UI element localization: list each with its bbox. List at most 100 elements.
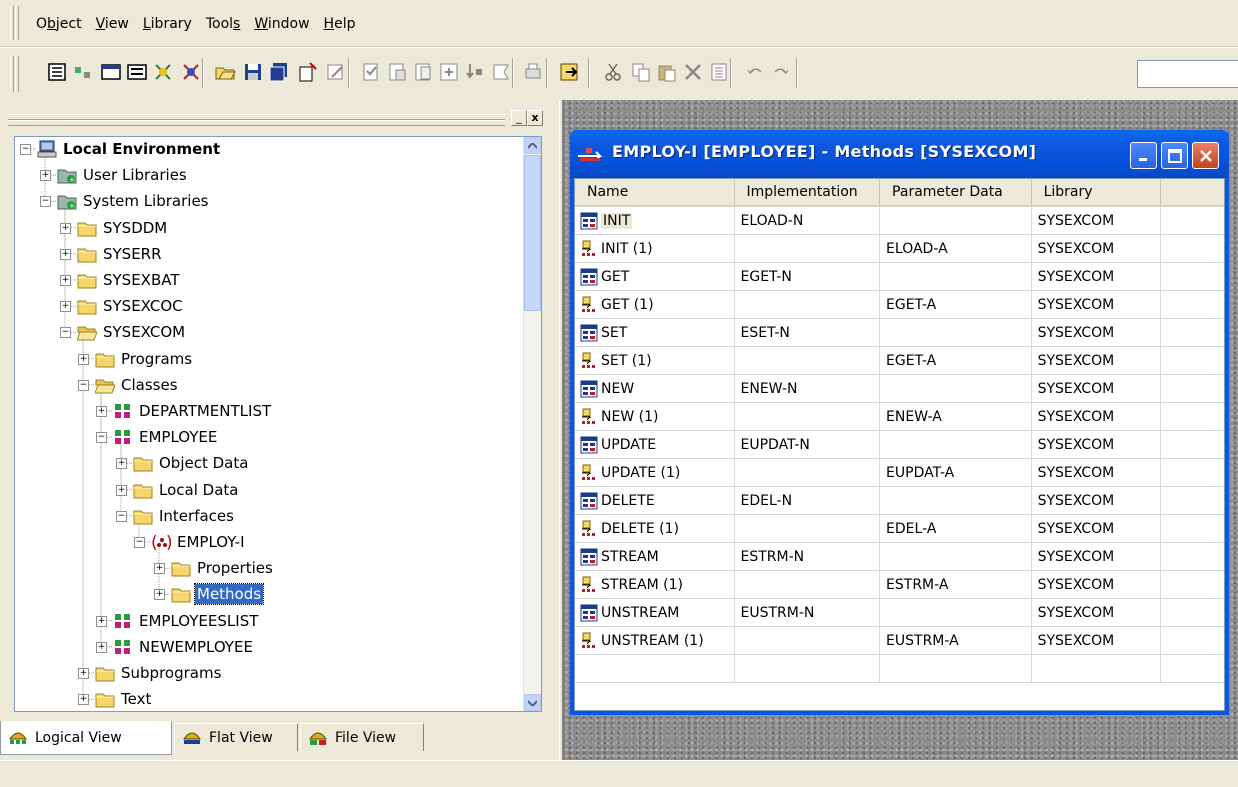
tree-node-departmentlist[interactable]: DEPARTMENTLIST [113, 399, 273, 423]
tree-vertical-scrollbar[interactable] [523, 137, 541, 711]
window-close-button[interactable] [1192, 142, 1219, 169]
edit-button[interactable] [322, 59, 348, 85]
tree-node-user-libraries[interactable]: + User Libraries [57, 163, 189, 187]
tree-expander[interactable]: + [78, 353, 89, 365]
column-header-library[interactable]: Library [1032, 179, 1162, 205]
save-all-button[interactable] [266, 59, 292, 85]
check-button[interactable] [358, 59, 384, 85]
tree-node-syserr[interactable]: SYSERR [77, 242, 164, 266]
column-header-filler[interactable] [1161, 179, 1224, 205]
tree-expander[interactable]: − [134, 537, 145, 548]
open-button[interactable] [212, 59, 238, 85]
tree-expander[interactable]: + [154, 589, 165, 601]
menu-help[interactable]: Help [324, 16, 356, 32]
table-row[interactable]: STREAM (1) ESTRM-A SYSEXCOM [575, 571, 1224, 599]
table-row[interactable]: UPDATE (1) EUPDAT-A SYSEXCOM [575, 459, 1224, 487]
exit-button[interactable] [556, 59, 582, 85]
tree-node-subprograms[interactable]: Subprograms [95, 661, 223, 685]
menu-library[interactable]: Library [143, 16, 192, 32]
table-row[interactable]: INIT ELOAD-N SYSEXCOM [575, 207, 1224, 235]
menu-object[interactable]: Object [36, 16, 82, 32]
column-header-implementation[interactable]: Implementation [735, 179, 881, 205]
disconnect-button[interactable] [178, 59, 204, 85]
column-header-name[interactable]: Name [575, 179, 735, 205]
paste-button[interactable] [654, 59, 680, 85]
tree-node-newemployee[interactable]: NEWEMPLOYEE [113, 635, 255, 659]
run-button[interactable] [436, 59, 462, 85]
table-row[interactable]: NEW ENEW-N SYSEXCOM [575, 375, 1224, 403]
stow-button[interactable] [384, 59, 410, 85]
tree-expander[interactable]: + [116, 458, 127, 470]
tree-expander[interactable]: − [116, 510, 127, 522]
tree-node-methods[interactable]: Methods [171, 582, 265, 606]
pane-minimize-button[interactable]: _ [511, 110, 527, 126]
toolbar-grip-2[interactable] [15, 56, 19, 92]
catalog-button[interactable] [410, 59, 436, 85]
new-button[interactable] [294, 59, 320, 85]
table-row[interactable]: GET EGET-N SYSEXCOM [575, 263, 1224, 291]
tree-expander[interactable]: + [96, 406, 107, 417]
tree-expander[interactable]: − [60, 327, 71, 339]
table-row[interactable]: INIT (1) ELOAD-A SYSEXCOM [575, 235, 1224, 263]
tree-node-system-libraries[interactable]: + System Libraries [57, 189, 211, 213]
tree-node-local-data[interactable]: Local Data [133, 478, 240, 502]
tree-node-properties[interactable]: Properties [171, 556, 275, 580]
table-row[interactable]: UNSTREAM (1) EUSTRM-A SYSEXCOM [575, 627, 1224, 655]
tree-expander[interactable]: + [116, 484, 127, 496]
tab-file-view[interactable]: File View [300, 723, 424, 751]
tree-expander[interactable]: − [78, 379, 89, 391]
debug-button[interactable] [462, 59, 488, 85]
column-header-parameter-data[interactable]: Parameter Data [880, 179, 1032, 205]
tree-expander[interactable]: + [154, 563, 165, 575]
tree-node-interfaces[interactable]: Interfaces [133, 504, 236, 528]
scroll-up-button[interactable] [524, 137, 541, 154]
toolbar-grip[interactable] [10, 56, 14, 92]
copy-button[interactable] [628, 59, 654, 85]
tree-expander[interactable]: − [20, 144, 31, 155]
menubar-grip-2[interactable] [15, 6, 19, 40]
table-row[interactable]: UNSTREAM EUSTRM-N SYSEXCOM [575, 599, 1224, 627]
tree-expander[interactable]: + [60, 248, 71, 260]
tree-node-classes[interactable]: Classes [95, 373, 180, 397]
tree-expander[interactable]: − [40, 196, 51, 208]
undo-button[interactable] [742, 59, 768, 85]
table-row[interactable]: UPDATE EUPDAT-N SYSEXCOM [575, 431, 1224, 459]
environment-button[interactable] [70, 59, 96, 85]
tree-node-sysexcom[interactable]: SYSEXCOM [77, 320, 187, 344]
properties-button[interactable] [44, 59, 70, 85]
tree-expander[interactable]: + [40, 170, 51, 182]
tree-expander[interactable]: + [60, 275, 71, 286]
window-minimize-button[interactable] [1130, 142, 1157, 169]
menu-tools[interactable]: Tools [206, 16, 241, 32]
menubar-grip[interactable] [10, 6, 14, 40]
tree-expander[interactable]: + [96, 615, 107, 627]
tree-expander[interactable]: + [96, 641, 107, 653]
tree-node-sysexcoc[interactable]: SYSEXCOC [77, 294, 185, 318]
tree-node-employ-i[interactable]: () EMPLOY-I [151, 530, 247, 554]
table-row[interactable]: NEW (1) ENEW-A SYSEXCOM [575, 403, 1224, 431]
window-maximize-button[interactable] [1161, 142, 1188, 169]
tree-expander[interactable]: + [60, 222, 71, 234]
tree-expander[interactable]: + [78, 668, 89, 679]
tree-expander[interactable]: − [96, 432, 107, 444]
cut-button[interactable] [600, 59, 626, 85]
scroll-thumb[interactable] [524, 155, 541, 311]
menu-window[interactable]: Window [254, 16, 309, 32]
connect-button[interactable] [150, 59, 176, 85]
window-button[interactable] [98, 59, 124, 85]
tree-node-employeeslist[interactable]: EMPLOYEESLIST [113, 609, 260, 633]
table-row[interactable]: STREAM ESTRM-N SYSEXCOM [575, 543, 1224, 571]
tab-logical-view[interactable]: Logical View [0, 721, 172, 755]
table-row[interactable]: SET (1) EGET-A SYSEXCOM [575, 347, 1224, 375]
tree-node-object-data[interactable]: Object Data [133, 451, 250, 475]
table-row[interactable]: DELETE (1) EDEL-A SYSEXCOM [575, 515, 1224, 543]
table-row[interactable]: SET ESET-N SYSEXCOM [575, 319, 1224, 347]
scroll-down-button[interactable] [524, 694, 541, 711]
tree-expander[interactable]: + [78, 694, 89, 706]
tree-expander[interactable]: + [60, 301, 71, 313]
tree-node-sysexbat[interactable]: SYSEXBAT [77, 268, 182, 292]
stow-all-button[interactable] [488, 59, 514, 85]
delete-button[interactable] [680, 59, 706, 85]
tree-node-employee[interactable]: EMPLOYEE [113, 425, 219, 449]
toolbar-combo[interactable] [1137, 60, 1238, 88]
